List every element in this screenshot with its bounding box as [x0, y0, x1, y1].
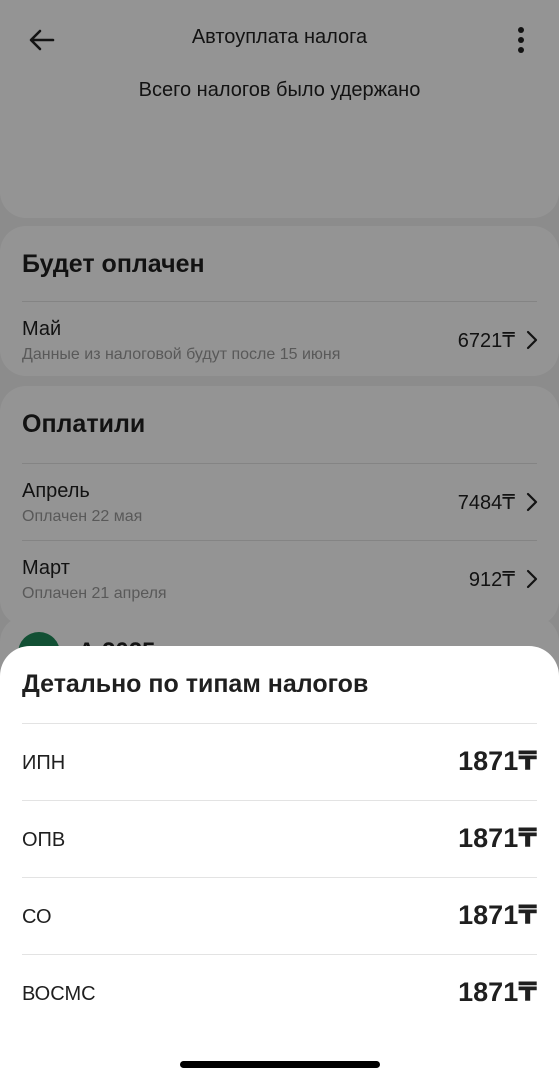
tax-type-label: ИПН	[22, 752, 66, 774]
tax-amount: 1871₸	[458, 746, 537, 776]
tax-type-label: СО	[22, 906, 52, 928]
tax-details-sheet: Детально по типам налогов ИПН 1871₸ ОПВ …	[0, 646, 559, 1080]
tax-row-opv: ОПВ 1871₸	[0, 801, 559, 878]
tax-row-so: СО 1871₸	[0, 878, 559, 955]
tax-amount: 1871₸	[458, 823, 537, 853]
tax-amount: 1871₸	[458, 977, 537, 1007]
tax-type-label: ВОСМС	[22, 983, 96, 1005]
screen: Всего налогов было удержано Автоуплата н…	[0, 0, 559, 1080]
tax-amount: 1871₸	[458, 900, 537, 930]
sheet-title: Детально по типам налогов	[22, 670, 369, 698]
home-indicator[interactable]	[180, 1061, 380, 1068]
tax-row-ipn: ИПН 1871₸	[0, 724, 559, 801]
tax-type-label: ОПВ	[22, 829, 66, 851]
tax-row-vosms: ВОСМС 1871₸	[0, 955, 559, 1032]
